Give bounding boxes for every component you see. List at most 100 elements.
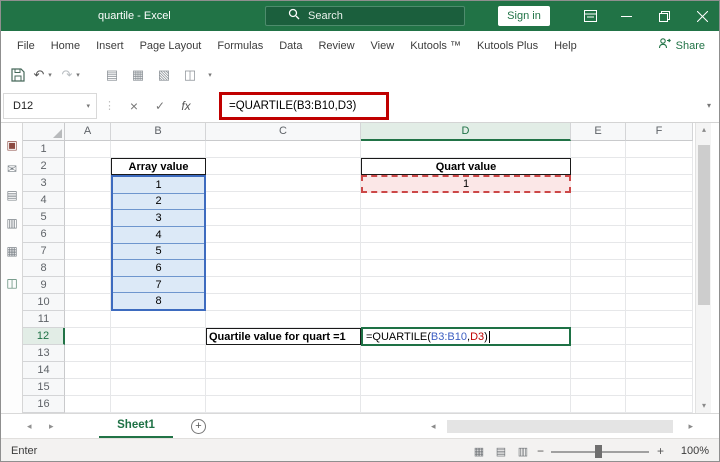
cell-F6[interactable]	[626, 226, 693, 243]
cell-c12-label[interactable]: Quartile value for quart =1	[206, 328, 361, 345]
cell-A6[interactable]	[65, 226, 111, 243]
name-box-dropdown-icon[interactable]: ▾	[86, 102, 96, 110]
vertical-scrollbar-thumb[interactable]	[698, 145, 710, 305]
cell-b9[interactable]: 7	[113, 277, 204, 294]
redo-dropdown-icon[interactable]: ▾	[74, 61, 82, 89]
cell-D10[interactable]	[361, 294, 571, 311]
row-header-8[interactable]: 8	[23, 260, 65, 277]
side-pane-icon-6[interactable]: ◫	[1, 273, 23, 293]
cell-d12-formula[interactable]: =QUARTILE(B3:B10, D3)	[361, 327, 571, 346]
cell-B16[interactable]	[111, 396, 206, 413]
row-header-1[interactable]: 1	[23, 141, 65, 158]
tab-help[interactable]: Help	[546, 31, 585, 61]
cell-E4[interactable]	[571, 192, 626, 209]
cell-F5[interactable]	[626, 209, 693, 226]
vertical-scrollbar[interactable]: ▴ ▾	[695, 123, 711, 413]
column-header-f[interactable]: F	[626, 123, 693, 141]
cell-F1[interactable]	[626, 141, 693, 158]
cell-A4[interactable]	[65, 192, 111, 209]
tab-page-layout[interactable]: Page Layout	[132, 31, 210, 61]
cell-b2-array-header[interactable]: Array value	[111, 158, 206, 175]
cell-F8[interactable]	[626, 260, 693, 277]
scroll-up-icon[interactable]: ▴	[696, 123, 712, 137]
cell-D14[interactable]	[361, 362, 571, 379]
side-pane-icon-4[interactable]: ▥	[1, 213, 23, 233]
row-header-15[interactable]: 15	[23, 379, 65, 396]
row-header-10[interactable]: 10	[23, 294, 65, 311]
cell-F7[interactable]	[626, 243, 693, 260]
customize-toolbar-icon[interactable]: ▾	[205, 61, 215, 89]
page-break-view-icon[interactable]: ▥	[513, 439, 533, 461]
save-icon[interactable]	[9, 61, 27, 89]
cell-A1[interactable]	[65, 141, 111, 158]
cell-E13[interactable]	[571, 345, 626, 362]
row-header-13[interactable]: 13	[23, 345, 65, 362]
column-header-d[interactable]: D	[361, 123, 571, 141]
cell-E16[interactable]	[571, 396, 626, 413]
undo-icon[interactable]: ↶	[31, 61, 47, 89]
column-header-b[interactable]: B	[111, 123, 206, 141]
cell-B13[interactable]	[111, 345, 206, 362]
cell-F3[interactable]	[626, 175, 693, 192]
column-header-c[interactable]: C	[206, 123, 361, 141]
cell-F15[interactable]	[626, 379, 693, 396]
cell-D11[interactable]	[361, 311, 571, 328]
horizontal-scrollbar[interactable]: ◂ ▸	[431, 419, 693, 434]
tab-file[interactable]: File	[9, 31, 43, 61]
cell-D15[interactable]	[361, 379, 571, 396]
cell-A14[interactable]	[65, 362, 111, 379]
cell-E7[interactable]	[571, 243, 626, 260]
cell-C1[interactable]	[206, 141, 361, 158]
enter-icon[interactable]: ✓	[149, 89, 171, 123]
cell-D13[interactable]	[361, 345, 571, 362]
expand-formula-bar-icon[interactable]: ▾	[707, 89, 711, 123]
cell-A3[interactable]	[65, 175, 111, 192]
cell-B1[interactable]	[111, 141, 206, 158]
tab-data[interactable]: Data	[271, 31, 310, 61]
cell-b6[interactable]: 4	[113, 227, 204, 244]
side-pane-icon-5[interactable]: ▦	[1, 241, 23, 261]
cell-D16[interactable]	[361, 396, 571, 413]
redo-icon[interactable]: ↷	[59, 61, 75, 89]
cell-B14[interactable]	[111, 362, 206, 379]
minimize-button[interactable]	[609, 1, 643, 31]
cell-F11[interactable]	[626, 311, 693, 328]
cell-E2[interactable]	[571, 158, 626, 175]
row-header-11[interactable]: 11	[23, 311, 65, 328]
cell-E10[interactable]	[571, 294, 626, 311]
next-sheet-icon[interactable]: ▸	[49, 414, 54, 439]
cell-d3-quart-value[interactable]: 1	[361, 175, 571, 193]
cell-A9[interactable]	[65, 277, 111, 294]
row-header-5[interactable]: 5	[23, 209, 65, 226]
cell-E15[interactable]	[571, 379, 626, 396]
cell-b10[interactable]: 8	[113, 293, 204, 309]
previous-sheet-icon[interactable]: ◂	[27, 414, 32, 439]
scroll-right-icon[interactable]: ▸	[688, 419, 693, 434]
cell-b7[interactable]: 5	[113, 244, 204, 261]
cell-E9[interactable]	[571, 277, 626, 294]
cell-b8[interactable]: 6	[113, 260, 204, 277]
cell-D5[interactable]	[361, 209, 571, 226]
cell-F13[interactable]	[626, 345, 693, 362]
cell-C14[interactable]	[206, 362, 361, 379]
cell-C5[interactable]	[206, 209, 361, 226]
cell-D6[interactable]	[361, 226, 571, 243]
cell-A2[interactable]	[65, 158, 111, 175]
cell-F9[interactable]	[626, 277, 693, 294]
cell-A8[interactable]	[65, 260, 111, 277]
cell-F14[interactable]	[626, 362, 693, 379]
sign-in-button[interactable]: Sign in	[498, 6, 550, 26]
horizontal-scrollbar-thumb[interactable]	[447, 420, 673, 433]
normal-view-icon[interactable]: ▦	[469, 439, 489, 461]
cell-B15[interactable]	[111, 379, 206, 396]
cell-E11[interactable]	[571, 311, 626, 328]
row-header-16[interactable]: 16	[23, 396, 65, 413]
cell-A11[interactable]	[65, 311, 111, 328]
column-header-a[interactable]: A	[65, 123, 111, 141]
cell-C3[interactable]	[206, 175, 361, 192]
cell-C10[interactable]	[206, 294, 361, 311]
cell-E14[interactable]	[571, 362, 626, 379]
cell-E5[interactable]	[571, 209, 626, 226]
row-header-7[interactable]: 7	[23, 243, 65, 260]
row-header-2[interactable]: 2	[23, 158, 65, 175]
